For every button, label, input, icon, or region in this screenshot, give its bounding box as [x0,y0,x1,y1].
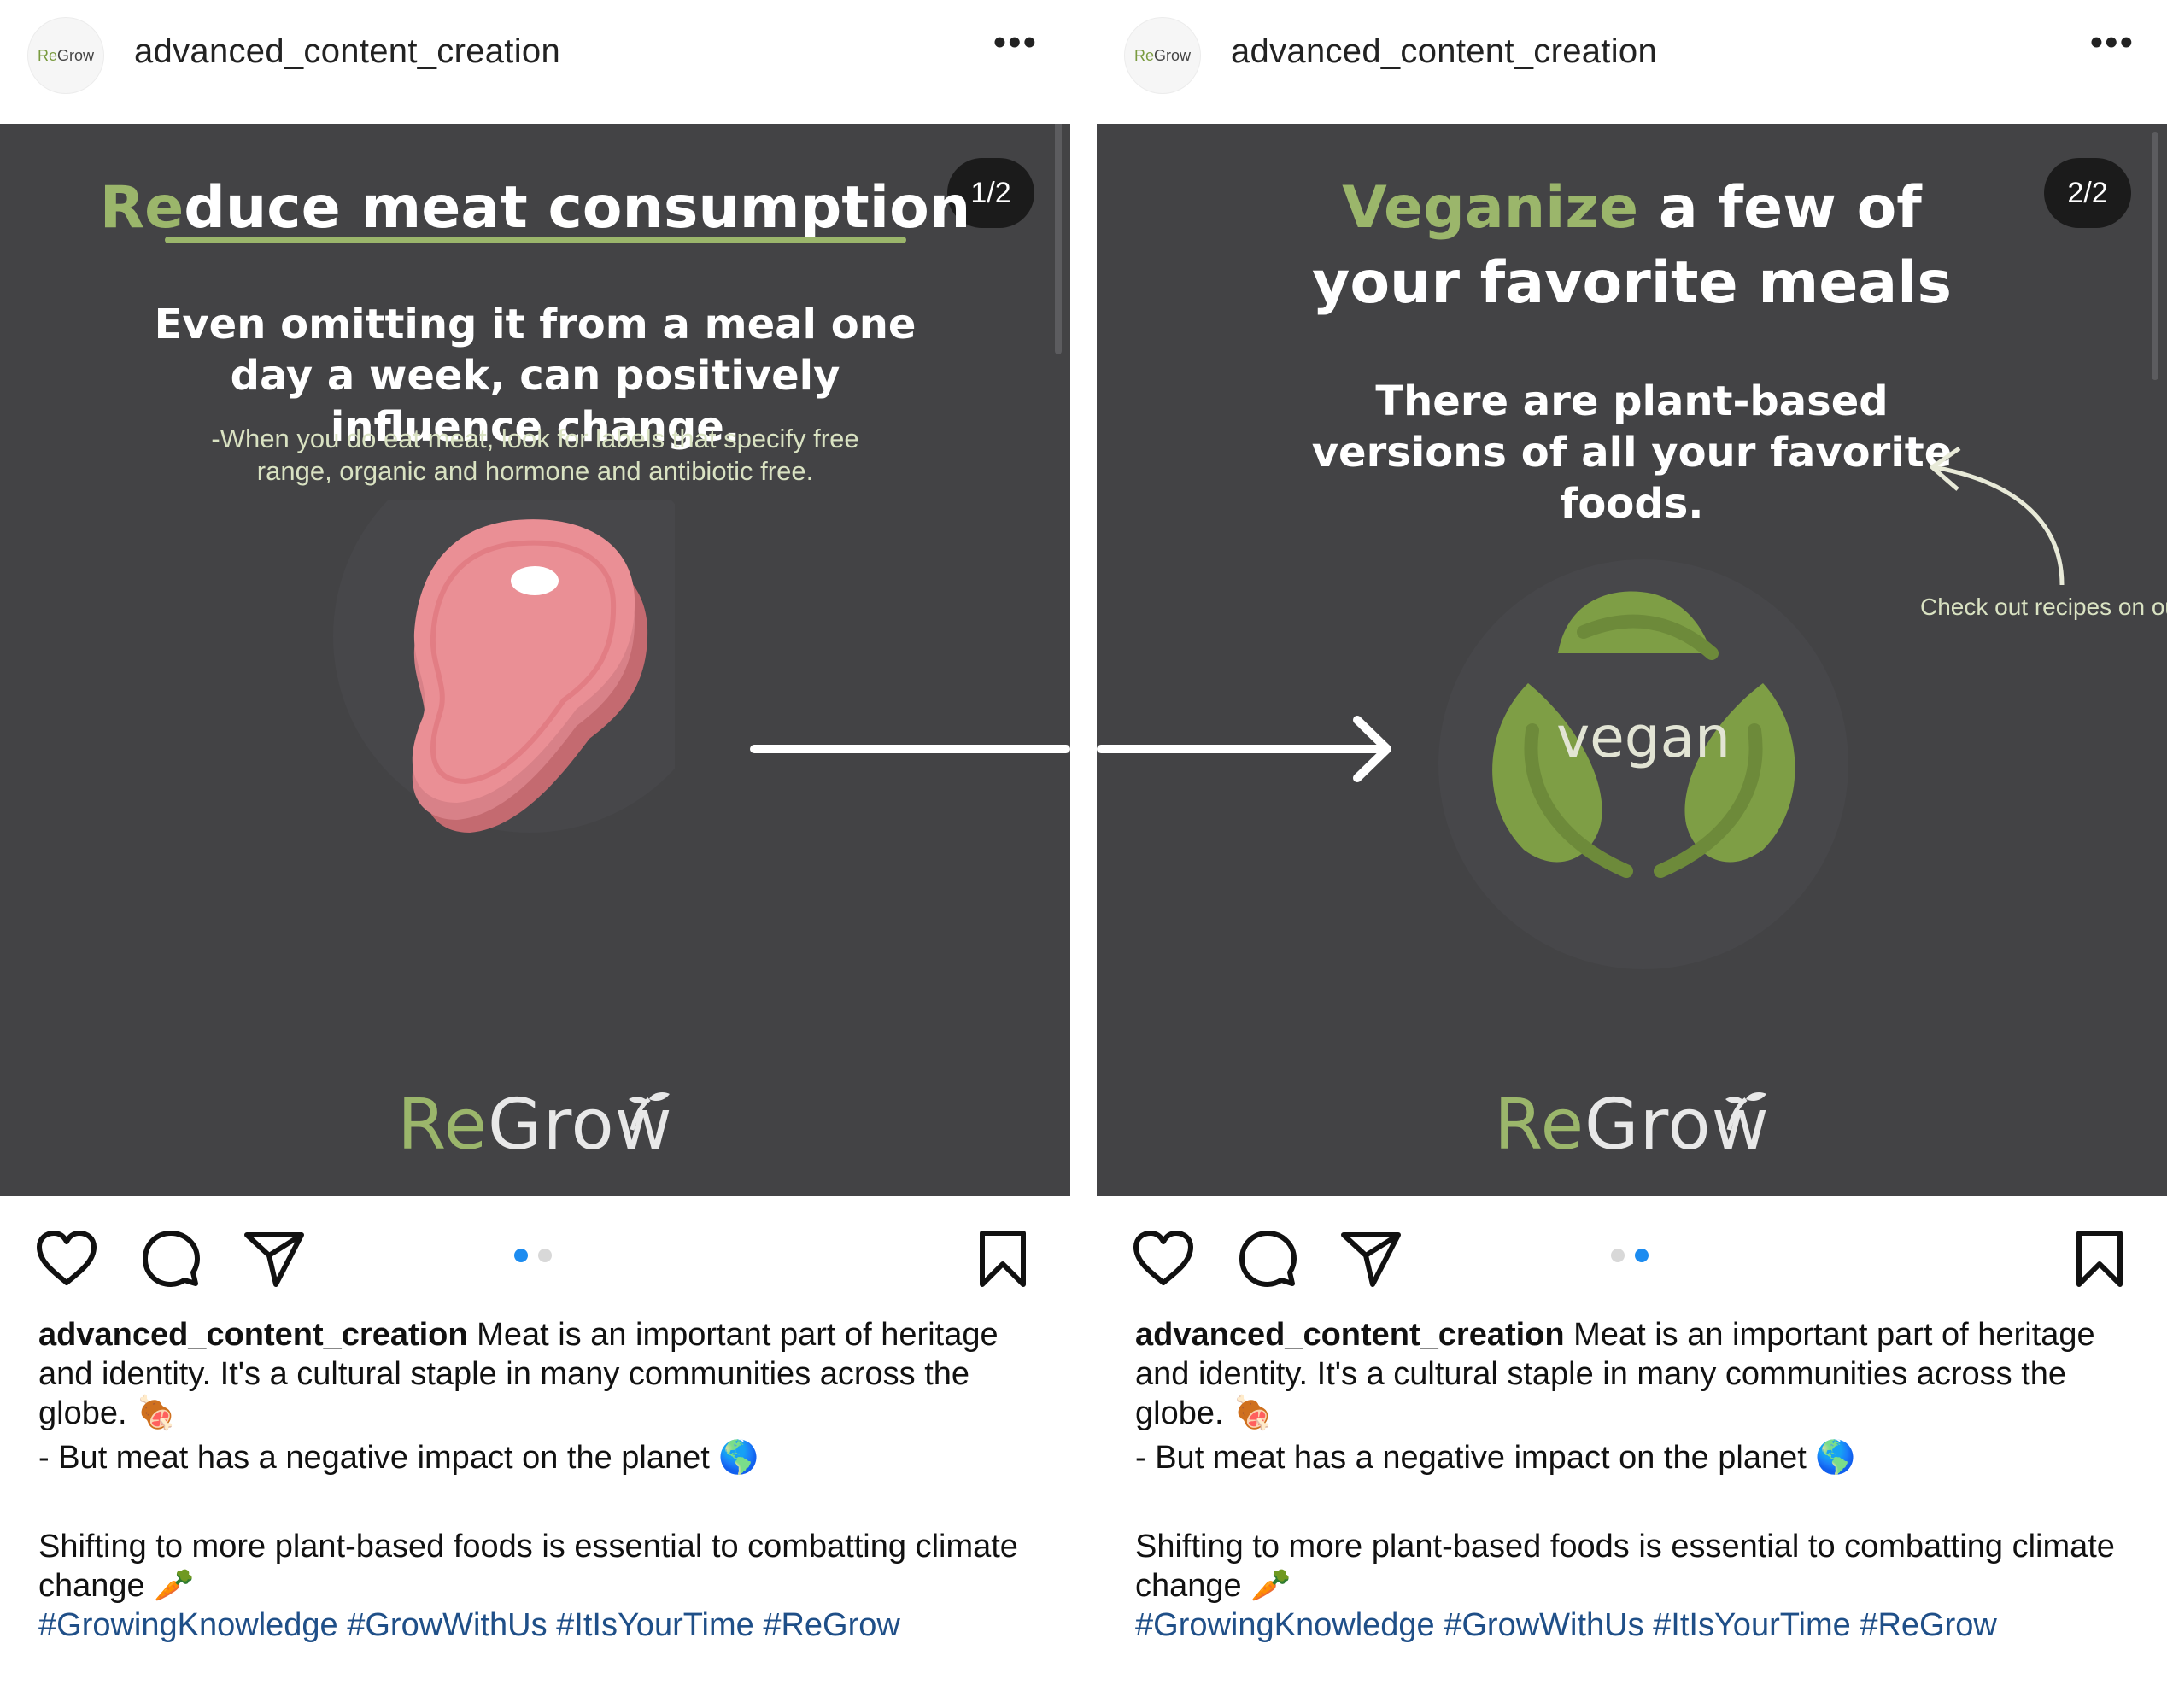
carousel-dot-1[interactable] [514,1249,528,1262]
heart-icon[interactable] [1133,1230,1194,1288]
post-card-2: ReGrow advanced_content_creation 2/2 Veg… [1097,0,2167,1708]
bookmark-icon[interactable] [2076,1230,2123,1288]
caption-line-2: - But meat has a negative impact on the … [1135,1440,1856,1476]
bookmark-icon[interactable] [979,1230,1027,1288]
carousel-indicator[interactable] [1611,1249,1649,1262]
carousel-indicator[interactable] [514,1249,552,1262]
sprout-icon [629,1092,670,1131]
headline-accent: Re [99,174,184,242]
comment-icon[interactable] [1239,1230,1297,1288]
caption-line-3: Shifting to more plant-based foods is es… [1135,1529,2115,1604]
slide-headline: Veganize a few of your favorite meals [1268,171,1996,321]
share-icon[interactable] [1340,1230,1402,1288]
avatar[interactable]: Re Grow [1124,17,1201,94]
steak-illustration [333,500,675,833]
heart-icon[interactable] [36,1230,97,1288]
slide-counter: 2/2 [2044,158,2131,228]
post-card-1: ReGrow advanced_content_creation 1/2 Red… [0,0,1070,1708]
regrow-logo: ReGrow [1494,1085,1770,1166]
headline-accent: Veganize [1342,174,1639,242]
username[interactable]: advanced_content_creation [1231,32,1657,71]
arrow-line [750,745,1070,753]
caption-line-3: Shifting to more plant-based foods is es… [38,1529,1018,1604]
curved-arrow-icon [1930,446,2065,586]
headline-rest: duce meat consumption [184,174,971,242]
headline-underline [165,237,906,243]
caption-line-2: - But meat has a negative impact on the … [38,1440,759,1476]
hashtags[interactable]: #GrowingKnowledge #GrowWithUs #ItIsYourT… [1135,1606,2143,1645]
avatar[interactable]: Re Grow [27,17,104,94]
slide-headline: Reduce meat consumption [0,171,1070,246]
caption-username[interactable]: advanced_content_creation [1135,1317,1565,1353]
share-icon[interactable] [243,1230,305,1288]
caption-username[interactable]: advanced_content_creation [38,1317,468,1353]
post-caption: advanced_content_creation Meat is an imp… [38,1315,1046,1645]
sprout-icon [1725,1092,1766,1131]
carousel-dot-1[interactable] [1611,1249,1625,1262]
post-caption: advanced_content_creation Meat is an imp… [1135,1315,2143,1645]
scrollbar[interactable] [2152,132,2158,380]
blog-annotation[interactable]: Check out recipes on our blog [1900,592,2167,623]
regrow-logo: ReGrow [397,1085,673,1166]
post-media[interactable]: 1/2 Reduce meat consumption Even omittin… [0,124,1070,1196]
carousel-dot-2[interactable] [1635,1249,1649,1262]
slide-note: -When you do eat meat, look for labels t… [211,424,859,486]
panel-divider [1070,0,1097,1708]
post-header: Re Grow advanced_content_creation [1097,0,2167,124]
username[interactable]: advanced_content_creation [134,32,560,71]
comment-icon[interactable] [142,1230,200,1288]
hashtags[interactable]: #GrowingKnowledge #GrowWithUs #ItIsYourT… [38,1606,1046,1645]
vegan-label: vegan [1556,705,1731,770]
post-header: Re Grow advanced_content_creation [0,0,1070,124]
carousel-dot-2[interactable] [538,1249,552,1262]
post-media[interactable]: 2/2 Veganize a few of your favorite meal… [1097,124,2167,1196]
more-options-icon[interactable] [993,24,1038,61]
more-options-icon[interactable] [2090,24,2135,61]
arrow-line-head [1097,716,1391,782]
